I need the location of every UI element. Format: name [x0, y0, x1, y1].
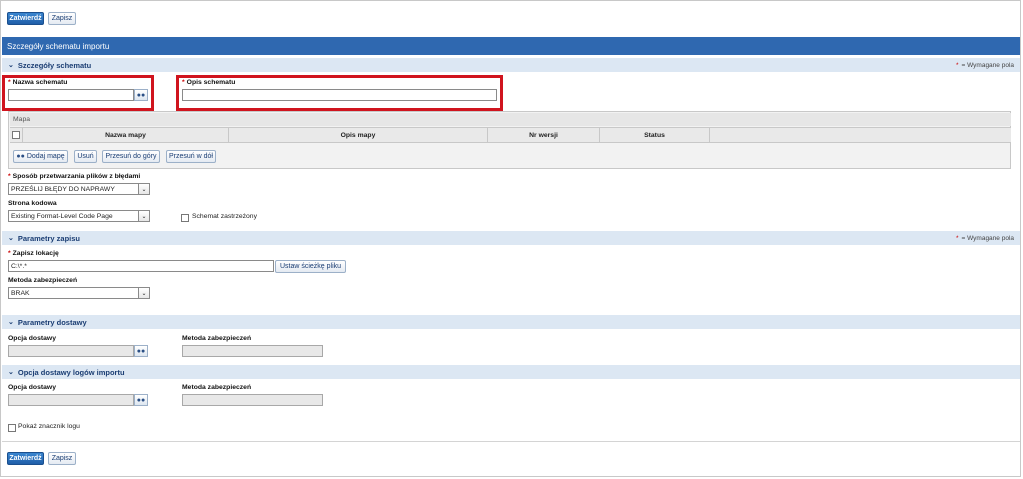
required-star: *	[8, 79, 11, 86]
map-column-status[interactable]: Status	[600, 128, 710, 142]
map-column-description[interactable]: Opis mapy	[229, 128, 488, 142]
map-select-all-checkbox[interactable]	[12, 131, 20, 139]
required-note-text: = Wymagane pola	[961, 234, 1014, 242]
binoculars-icon[interactable]: ●●	[134, 394, 148, 406]
required-star: *	[182, 79, 185, 86]
show-log-marker-label: Pokaż znacznik logu	[18, 423, 80, 430]
map-column-version[interactable]: Nr wersji	[488, 128, 600, 142]
move-up-button[interactable]: Przesuń do góry	[102, 150, 160, 163]
restricted-schema-label: Schemat zastrzeżony	[192, 213, 257, 220]
binoculars-icon[interactable]: ●●	[134, 345, 148, 357]
log-delivery-security-input	[182, 394, 323, 406]
schema-name-input[interactable]	[8, 89, 134, 101]
schema-name-label: * Nazwa schematu	[8, 79, 67, 86]
save-button-bottom[interactable]: Zapisz	[48, 452, 76, 465]
log-delivery-option-label: Opcja dostawy	[8, 384, 56, 391]
save-location-input[interactable]: C:\*.*	[8, 260, 274, 272]
delivery-security-input	[182, 345, 323, 357]
log-delivery-security-label: Metoda zabezpieczeń	[182, 384, 252, 391]
section-title-delivery: Parametry dostawy	[17, 317, 87, 327]
delivery-security-label: Metoda zabezpieczeń	[182, 335, 252, 342]
remove-map-button[interactable]: Usuń	[74, 150, 97, 163]
dropdown-arrow-icon: ⌄	[138, 211, 149, 221]
section-title-save: Parametry zapisu	[17, 233, 80, 243]
delivery-option-label: Opcja dostawy	[8, 335, 56, 342]
schema-name-label-text: Nazwa schematu	[12, 79, 68, 86]
dropdown-arrow-icon: ⌄	[138, 288, 149, 298]
page-title: Szczegóły schematu importu	[2, 37, 1020, 55]
submit-button-top[interactable]: Zatwierdź	[7, 12, 44, 25]
restricted-schema-checkbox[interactable]	[181, 214, 189, 222]
error-processing-label: * Sposób przetwarzania plików z błędami	[8, 173, 140, 180]
required-star: *	[8, 173, 11, 180]
required-note: * = Wymagane pola	[956, 235, 1014, 242]
save-location-label: * Zapisz lokację	[8, 250, 59, 257]
move-down-button[interactable]: Przesuń w dół	[166, 150, 216, 163]
binoculars-icon[interactable]: ●●	[134, 89, 148, 101]
show-log-marker-checkbox[interactable]	[8, 424, 16, 432]
submit-button-bottom[interactable]: Zatwierdź	[7, 452, 44, 465]
schema-description-label: * Opis schematu	[182, 79, 235, 86]
error-processing-label-text: Sposób przetwarzania plików z błędami	[12, 173, 141, 180]
save-security-label: Metoda zabezpieczeń	[8, 277, 78, 284]
required-star: *	[955, 61, 959, 69]
log-delivery-option-input	[8, 394, 134, 406]
code-page-select[interactable]: Existing Format-Level Code Page ⌄	[8, 210, 150, 222]
error-processing-select[interactable]: PRZEŚLIJ BŁĘDY DO NAPRAWY ⌄	[8, 183, 150, 195]
code-page-label: Strona kodowa	[8, 200, 57, 207]
map-select-all-cell	[10, 128, 23, 142]
set-file-path-button[interactable]: Ustaw ścieżkę pliku	[275, 260, 346, 273]
footer-divider	[2, 441, 1020, 442]
required-star: *	[8, 250, 11, 257]
required-note-text: = Wymagane pola	[961, 61, 1014, 69]
save-button-top[interactable]: Zapisz	[48, 12, 76, 25]
required-star: *	[955, 234, 959, 242]
section-header-delivery[interactable]: ⌄ Parametry dostawy	[2, 315, 1020, 329]
save-security-value: BRAK	[11, 289, 30, 297]
section-title-log-delivery: Opcja dostawy logów importu	[17, 367, 125, 377]
required-note: * = Wymagane pola	[956, 62, 1014, 69]
section-header-save[interactable]: ⌄ Parametry zapisu * = Wymagane pola	[2, 231, 1020, 245]
map-table-header: Nazwa mapy Opis mapy Nr wersji Status	[10, 127, 1011, 143]
chevron-down-icon: ⌄	[8, 62, 14, 69]
page-title-text: Szczegóły schematu importu	[7, 41, 110, 51]
add-map-button[interactable]: ●● Dodaj mapę	[13, 150, 68, 163]
map-title: Mapa	[10, 113, 1011, 126]
chevron-down-icon: ⌄	[8, 235, 14, 242]
section-header-log-delivery[interactable]: ⌄ Opcja dostawy logów importu	[2, 365, 1020, 379]
binoculars-icon: ●●	[16, 153, 25, 160]
save-security-select[interactable]: BRAK ⌄	[8, 287, 150, 299]
map-column-name[interactable]: Nazwa mapy	[23, 128, 229, 142]
schema-description-input[interactable]	[182, 89, 497, 101]
error-processing-value: PRZEŚLIJ BŁĘDY DO NAPRAWY	[11, 185, 115, 193]
chevron-down-icon: ⌄	[8, 319, 14, 326]
chevron-down-icon: ⌄	[8, 369, 14, 376]
dropdown-arrow-icon: ⌄	[138, 184, 149, 194]
schema-description-label-text: Opis schematu	[186, 79, 236, 86]
save-location-label-text: Zapisz lokację	[12, 250, 59, 257]
section-header-schema[interactable]: ⌄ Szczegóły schematu * = Wymagane pola	[2, 58, 1020, 72]
delivery-option-input	[8, 345, 134, 357]
section-title-schema: Szczegóły schematu	[17, 60, 92, 70]
code-page-value: Existing Format-Level Code Page	[11, 212, 113, 220]
add-map-label: Dodaj mapę	[26, 153, 65, 160]
